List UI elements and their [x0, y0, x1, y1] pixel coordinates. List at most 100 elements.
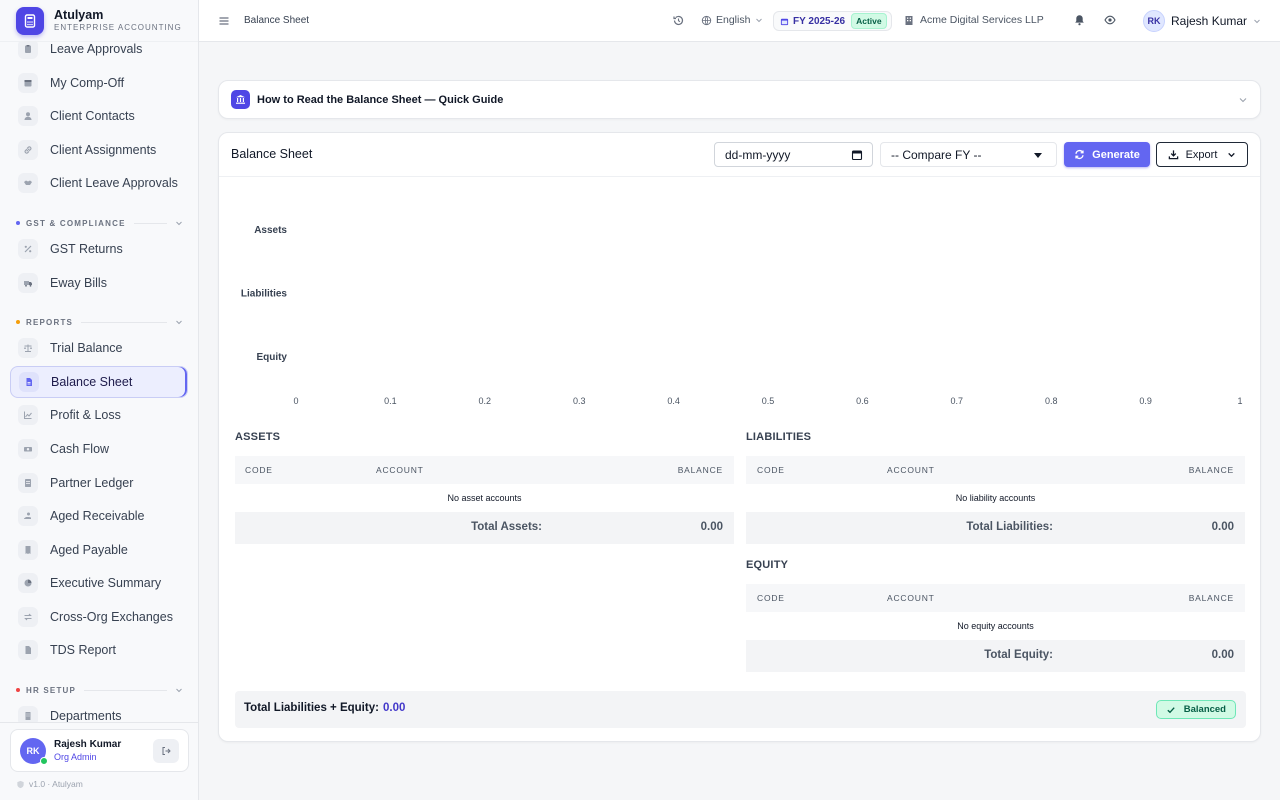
sidebar-item-executive-summary[interactable]: Executive Summary — [10, 567, 188, 599]
calendar-icon — [780, 18, 789, 25]
sidebar-item-balance-sheet[interactable]: Balance Sheet — [10, 366, 188, 398]
hamburger-icon — [219, 17, 229, 25]
caret-down-icon — [1034, 153, 1042, 158]
section-reports[interactable]: REPORTS — [16, 316, 183, 328]
table-header: CODE ACCOUNT BALANCE — [746, 456, 1245, 484]
generate-button[interactable]: Generate — [1064, 142, 1150, 167]
x-tick-label: 0 — [293, 396, 298, 406]
user-role: Org Admin — [54, 751, 97, 762]
chevron-down-icon — [176, 688, 182, 693]
compare-fy-value: -- Compare FY -- — [891, 147, 982, 162]
balance-chart: Assets Liabilities Equity 0 0.1 0.2 0.3 0.4 0.5 0… — [219, 178, 1260, 418]
liabilities-title: LIABILITIES — [746, 431, 812, 443]
quick-guide-accordion[interactable]: How to Read the Balance Sheet — Quick Gu… — [218, 80, 1261, 119]
clipboard-icon — [18, 39, 38, 59]
avatar-initials: RK — [26, 745, 40, 756]
sidebar-item-profit-loss[interactable]: Profit & Loss — [10, 399, 188, 431]
topbar: Balance Sheet English FY 2025-26 Active … — [199, 0, 1280, 42]
balanced-badge: Balanced — [1155, 700, 1236, 719]
app-version: v1.0 · Atulyam — [16, 779, 83, 789]
export-button[interactable]: Export — [1156, 142, 1248, 167]
sidebar-item-label: Balance Sheet — [51, 375, 133, 389]
sidebar-item-label: TDS Report — [50, 643, 116, 657]
history-button[interactable] — [672, 14, 685, 27]
chevron-down-icon — [1254, 19, 1260, 24]
sidebar-item-client-contacts[interactable]: Client Contacts — [10, 100, 188, 132]
sidebar-item-label: GST Returns — [50, 242, 123, 256]
section-gst-compliance[interactable]: GST & COMPLIANCE — [16, 217, 183, 229]
divider — [84, 689, 167, 691]
user-name: Rajesh Kumar — [1171, 14, 1248, 28]
total-row: Total Equity: 0.00 — [746, 640, 1245, 672]
col-code: CODE — [757, 465, 785, 475]
col-account: ACCOUNT — [887, 465, 935, 475]
sidebar-item-cross-org-exchanges[interactable]: Cross-Org Exchanges — [10, 601, 188, 633]
equity-title: EQUITY — [746, 559, 789, 571]
sidebar-item-aged-receivable[interactable]: Aged Receivable — [10, 500, 188, 532]
language-selector[interactable]: English — [701, 14, 763, 26]
total-label: Total Assets: — [471, 521, 542, 533]
x-tick-label: 0.9 — [1139, 396, 1152, 406]
breadcrumb: Balance Sheet — [244, 15, 310, 26]
sidebar-item-partner-ledger[interactable]: Partner Ledger — [10, 467, 188, 499]
sidebar-item-label: Cash Flow — [50, 442, 110, 456]
x-tick-label: 0.3 — [573, 396, 586, 406]
money-icon — [18, 439, 38, 459]
brand[interactable]: Atulyam ENTERPRISE ACCOUNTING — [0, 0, 198, 42]
user-menu[interactable]: RK Rajesh Kumar — [1143, 10, 1261, 32]
summary-value: 0.00 — [383, 702, 406, 714]
menu-toggle-button[interactable] — [218, 15, 230, 27]
total-value: 0.00 — [700, 521, 723, 533]
x-tick-label: 0.2 — [479, 396, 492, 406]
divider — [133, 222, 167, 224]
sidebar-item-my-comp-off[interactable]: My Comp-Off — [10, 67, 188, 99]
calculator-icon — [16, 6, 44, 35]
table-header: CODE ACCOUNT BALANCE — [235, 456, 734, 484]
sidebar-item-client-assignments[interactable]: Client Assignments — [10, 134, 188, 166]
compare-fy-select[interactable]: -- Compare FY -- — [880, 142, 1057, 167]
section-hr-setup[interactable]: HR SETUP — [16, 684, 183, 696]
language-label: English — [716, 14, 751, 26]
exchange-icon — [18, 607, 38, 627]
sidebar-item-tds-report[interactable]: TDS Report — [10, 634, 188, 666]
card-header: Balance Sheet dd-mm-yyyy -- Compare FY -… — [219, 133, 1260, 177]
bell-icon — [1075, 15, 1084, 26]
section-dot — [16, 688, 20, 692]
sidebar-item-trial-balance[interactable]: Trial Balance — [10, 332, 188, 364]
calendar-icon[interactable] — [851, 149, 863, 161]
sidebar-item-eway-bills[interactable]: Eway Bills — [10, 267, 188, 299]
sidebar-item-label: Client Assignments — [50, 143, 157, 157]
total-value: 0.00 — [1211, 521, 1234, 533]
notifications-button[interactable] — [1074, 14, 1085, 26]
sidebar-item-label: Client Contacts — [50, 109, 135, 123]
sidebar-item-label: Profit & Loss — [50, 408, 121, 422]
assets-title: ASSETS — [235, 431, 281, 443]
sidebar-item-gst-returns[interactable]: GST Returns — [10, 233, 188, 265]
organization-selector[interactable]: Acme Digital Services LLP — [904, 14, 1044, 26]
fiscal-year-label: FY 2025-26 — [793, 15, 846, 27]
logout-button[interactable] — [153, 739, 179, 763]
x-tick-label: 0.7 — [951, 396, 964, 406]
section-dot — [16, 320, 20, 324]
empty-row: No asset accounts — [235, 484, 734, 512]
col-account: ACCOUNT — [887, 593, 935, 603]
section-label: GST & COMPLIANCE — [26, 218, 126, 228]
app-subtitle: ENTERPRISE ACCOUNTING — [54, 22, 182, 32]
x-tick-label: 0.1 — [384, 396, 397, 406]
preview-toggle-button[interactable] — [1104, 15, 1116, 25]
col-account: ACCOUNT — [376, 465, 424, 475]
table-header: CODE ACCOUNT BALANCE — [746, 584, 1245, 612]
user-card[interactable]: RK Rajesh Kumar Org Admin — [10, 729, 189, 772]
app-name: Atulyam — [54, 7, 104, 22]
status-badge: Active — [851, 13, 887, 29]
date-input[interactable]: dd-mm-yyyy — [714, 142, 873, 167]
sidebar-item-label: Partner Ledger — [50, 476, 134, 490]
check-icon — [1167, 706, 1175, 713]
chevron-down-icon — [176, 320, 182, 325]
sidebar-item-client-leave-approvals[interactable]: Client Leave Approvals — [10, 167, 188, 199]
sidebar-item-aged-payable[interactable]: Aged Payable — [10, 534, 188, 566]
sidebar-item-cash-flow[interactable]: Cash Flow — [10, 433, 188, 465]
sidebar-item-label: My Comp-Off — [50, 76, 125, 90]
fiscal-year-selector[interactable]: FY 2025-26 Active — [773, 11, 892, 31]
logout-icon — [162, 747, 171, 755]
